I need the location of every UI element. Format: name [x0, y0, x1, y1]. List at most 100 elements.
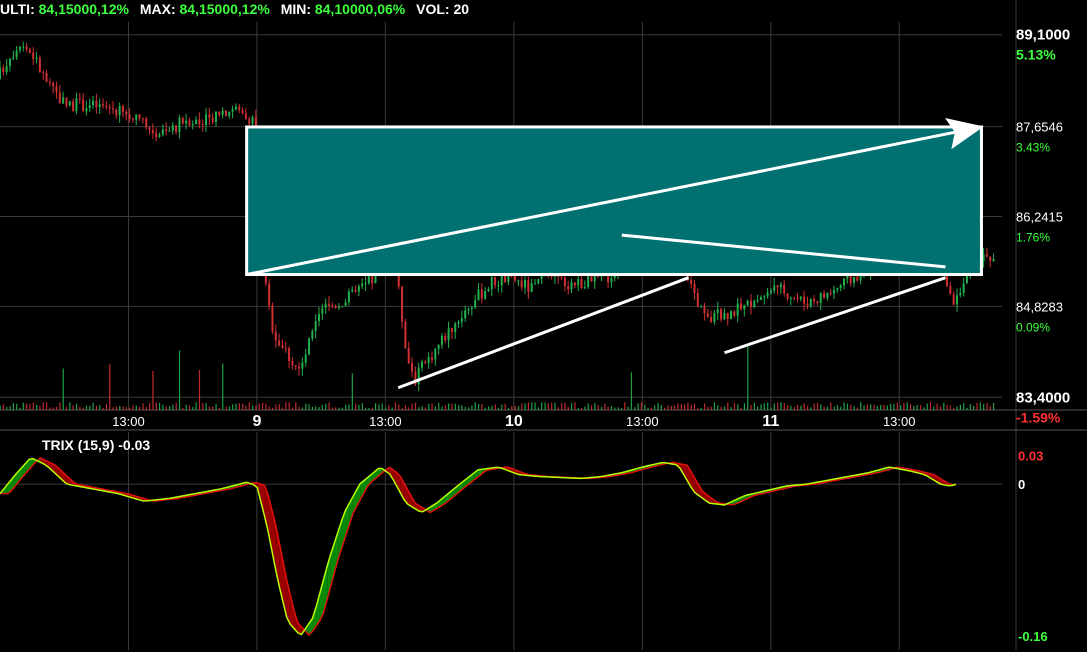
volume-bar — [953, 407, 955, 410]
candle-body — [361, 283, 364, 287]
candle-body — [284, 348, 287, 350]
candle-body — [121, 106, 124, 113]
volume-bar — [507, 407, 510, 410]
candle-body — [610, 277, 613, 283]
candle-body — [72, 101, 75, 112]
volume-bar — [301, 407, 304, 410]
candle-body — [464, 310, 467, 319]
candle-body — [78, 98, 81, 100]
volume-bar — [517, 406, 520, 410]
candle-body — [434, 348, 437, 360]
candle-body — [819, 293, 822, 303]
volume-bar — [172, 404, 174, 410]
volume-bar — [85, 405, 88, 410]
candle-body — [454, 323, 457, 332]
volume-bar — [531, 402, 533, 410]
volume-bar — [95, 405, 98, 410]
volume-bar — [252, 405, 254, 410]
volume-bar — [790, 405, 792, 410]
volume-bar — [677, 403, 679, 410]
volume-bar — [308, 404, 310, 410]
volume-bar — [624, 402, 626, 410]
volume-bar — [461, 405, 463, 410]
volume-bar — [637, 403, 639, 410]
volume-bar — [414, 402, 417, 410]
volume-bar — [291, 407, 294, 410]
volume-bar — [770, 407, 772, 410]
candle-body — [424, 361, 427, 364]
candle-body — [111, 108, 114, 110]
volume-bar — [431, 403, 433, 410]
candle-body — [407, 348, 410, 364]
volume-bar — [943, 402, 945, 410]
chart-canvas[interactable]: 89,1000 5.13% 87,6546 3.43% 86,2415 1.76% 84,8… — [0, 0, 1087, 652]
volume-bar — [125, 407, 127, 410]
volume-bar — [487, 406, 490, 410]
candle-body — [62, 97, 65, 104]
volume-bar — [594, 403, 596, 410]
volume-bar — [109, 364, 111, 410]
volume-bar — [657, 402, 659, 410]
candle-body — [985, 254, 988, 257]
volume-bar — [973, 405, 975, 410]
volume-bar — [717, 405, 719, 410]
candle-body — [8, 58, 11, 67]
candle-body — [75, 98, 78, 112]
candle-body — [105, 105, 108, 108]
volume-bar — [534, 402, 536, 410]
volume-bar — [242, 403, 244, 410]
volume-bar — [909, 404, 912, 410]
volume-bar — [142, 403, 144, 410]
candle-body — [125, 112, 128, 115]
volume-bar — [72, 405, 74, 410]
candle-body — [753, 301, 756, 308]
volume-bar — [298, 406, 300, 410]
volume-bar — [760, 404, 762, 410]
candle-body — [135, 114, 138, 120]
volume-bar — [368, 407, 370, 410]
candle-body — [484, 290, 487, 299]
volume-bar — [374, 403, 377, 410]
candle-body — [191, 124, 194, 126]
volume-bar — [418, 407, 420, 410]
candle-body — [304, 354, 307, 363]
volume-bar — [836, 405, 839, 410]
volume-bar — [464, 406, 466, 410]
candle-body — [45, 72, 48, 82]
volume-bar — [245, 405, 247, 410]
volume-bar — [800, 405, 802, 410]
candle-body — [85, 108, 88, 112]
candle-body — [693, 283, 696, 294]
volume-bar — [428, 403, 430, 410]
volume-bar — [820, 404, 822, 410]
volume-bar — [411, 403, 413, 410]
candle-body — [477, 289, 480, 301]
candle-body — [165, 129, 168, 132]
candle-body — [736, 303, 739, 316]
volume-bar — [896, 402, 898, 410]
volume-bar — [597, 405, 599, 410]
candle-body — [344, 302, 347, 307]
candle-body — [826, 292, 829, 299]
volume-bar — [421, 406, 423, 410]
candle-body — [151, 130, 154, 133]
candle-body — [799, 296, 802, 300]
volume-bar — [557, 407, 559, 410]
volume-bar — [926, 403, 928, 410]
volume-bar — [451, 403, 453, 410]
candle-body — [294, 365, 297, 367]
candle-body — [730, 311, 733, 320]
volume-bar — [188, 405, 191, 410]
candle-body — [437, 344, 440, 349]
candle-body — [789, 297, 792, 299]
volume-bar — [571, 402, 573, 410]
candle-body — [773, 285, 776, 291]
volume-bar — [115, 406, 118, 410]
candle-body — [351, 289, 354, 292]
candle-body — [776, 285, 779, 288]
volume-bar — [145, 406, 147, 410]
volume-bar — [803, 403, 805, 410]
candle-body — [783, 284, 786, 294]
volume-bar — [753, 402, 755, 410]
volume-bar — [105, 403, 108, 410]
